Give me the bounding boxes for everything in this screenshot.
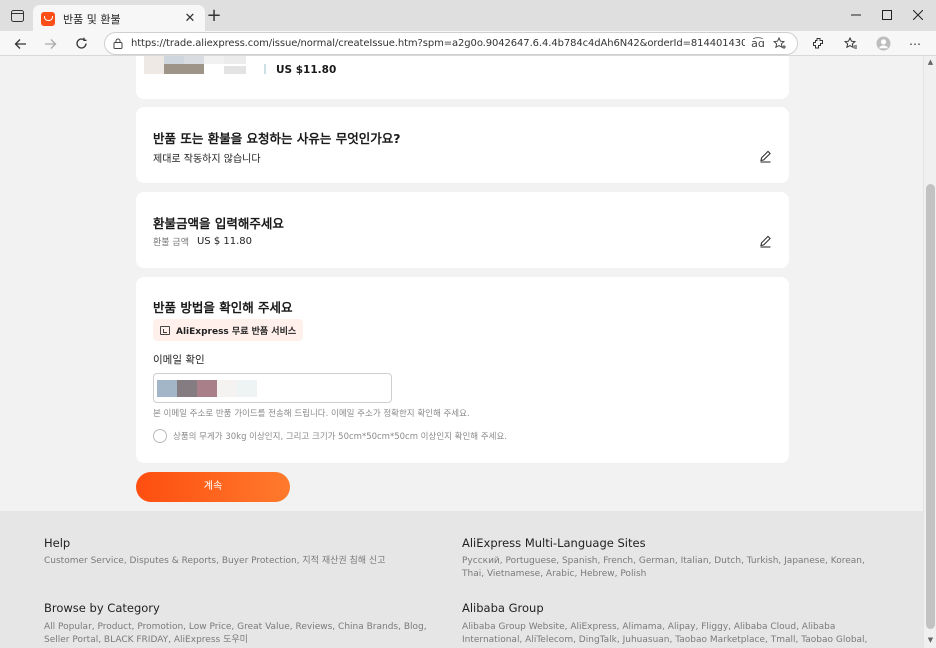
free-return-badge-label: AliExpress 무료 반품 서비스: [176, 326, 297, 337]
close-window-icon[interactable]: [905, 4, 931, 26]
email-confirm-label: 이메일 확인: [153, 354, 205, 366]
lock-icon[interactable]: [113, 38, 123, 49]
favorite-add-icon[interactable]: [771, 35, 789, 53]
scroll-down-icon[interactable]: ▼: [926, 636, 935, 645]
refund-title: 환불금액을 입력해주세요: [153, 216, 284, 231]
footer-alibaba-links[interactable]: Alibaba Group Website, AliExpress, Alima…: [462, 621, 872, 648]
favorites-icon[interactable]: [841, 34, 861, 53]
aliexpress-favicon-icon: [41, 11, 55, 26]
reason-value: 제대로 작동하지 않습니다: [153, 154, 261, 165]
footer-help-title: Help: [44, 536, 71, 550]
footer-browse-title: Browse by Category: [44, 601, 160, 615]
refresh-icon[interactable]: [70, 33, 92, 54]
page-viewport: US $11.80 반품 또는 환불을 요청하는 사유는 무엇인가요? 제대로 …: [0, 56, 923, 648]
return-method-card: 반품 방법을 확인해 주세요 AliExpress 무료 반품 서비스 이메일 …: [136, 277, 789, 463]
scroll-thumb[interactable]: [926, 184, 935, 629]
read-aloud-icon[interactable]: a͡ɑ: [749, 35, 767, 53]
refund-amount-label: 환불 금액: [153, 238, 189, 248]
profile-avatar-icon[interactable]: [873, 34, 893, 53]
page-scrollbar[interactable]: ▲ ▼: [923, 56, 936, 648]
tab-close-icon[interactable]: ✕: [183, 11, 197, 26]
title-bar: 반품 및 환불 ✕ +: [0, 0, 936, 32]
address-bar[interactable]: https://trade.aliexpress.com/issue/norma…: [104, 32, 798, 55]
scroll-up-icon[interactable]: ▲: [926, 58, 935, 67]
browser-tab[interactable]: 반품 및 환불 ✕: [33, 5, 205, 32]
edit-refund-icon[interactable]: [757, 233, 773, 249]
back-icon[interactable]: [9, 33, 31, 54]
extensions-icon[interactable]: [808, 34, 828, 53]
url-text[interactable]: https://trade.aliexpress.com/issue/norma…: [131, 38, 745, 49]
refund-amount-row: 환불 금액 US $ 11.80: [153, 235, 252, 248]
reason-card: 반품 또는 환불을 요청하는 사유는 무엇인가요? 제대로 작동하지 않습니다: [136, 107, 789, 183]
footer-browse-links[interactable]: All Popular, Product, Promotion, Low Pri…: [44, 621, 439, 647]
email-hint: 본 이메일 주소로 반품 가이드를 전송해 드립니다. 이메일 주소가 정확한지…: [153, 409, 470, 419]
continue-button[interactable]: 계속: [136, 472, 290, 502]
edit-reason-icon[interactable]: [757, 148, 773, 164]
tab-actions-icon[interactable]: [6, 6, 28, 26]
refund-amount-value: US $ 11.80: [196, 236, 252, 247]
free-return-badge: AliExpress 무료 반품 서비스: [153, 319, 304, 341]
weight-size-check[interactable]: 상품의 무게가 30kg 이상인지, 그리고 크기가 50cm*50cm*50c…: [153, 429, 507, 443]
maximize-icon[interactable]: [874, 4, 900, 26]
footer-multilang-title: AliExpress Multi-Language Sites: [462, 536, 646, 550]
footer-alibaba-title: Alibaba Group: [462, 601, 544, 615]
forward-icon[interactable]: [39, 33, 61, 54]
product-price: US $11.80: [276, 64, 337, 76]
refund-card: 환불금액을 입력해주세요 환불 금액 US $ 11.80: [136, 192, 789, 268]
return-service-icon: [160, 325, 170, 335]
browser-toolbar: https://trade.aliexpress.com/issue/norma…: [0, 31, 936, 56]
weight-size-check-text: 상품의 무게가 30kg 이상인지, 그리고 크기가 50cm*50cm*50c…: [173, 432, 507, 442]
minimize-icon[interactable]: [843, 4, 869, 26]
more-menu-icon[interactable]: ⋯: [905, 34, 925, 53]
footer: Help Customer Service, Disputes & Report…: [0, 511, 923, 648]
footer-help-links[interactable]: Customer Service, Disputes & Reports, Bu…: [44, 555, 439, 568]
product-card: US $11.80: [136, 56, 789, 99]
return-method-title: 반품 방법을 확인해 주세요: [153, 300, 293, 315]
tab-title: 반품 및 환불: [63, 12, 121, 26]
product-thumbnail: [144, 56, 266, 84]
email-field[interactable]: [153, 373, 392, 403]
new-tab-icon[interactable]: +: [204, 7, 224, 27]
footer-multilang-links[interactable]: Русский, Portuguese, Spanish, French, Ge…: [462, 555, 872, 581]
reason-title: 반품 또는 환불을 요청하는 사유는 무엇인가요?: [153, 131, 401, 146]
weight-size-checkbox[interactable]: [153, 429, 167, 443]
